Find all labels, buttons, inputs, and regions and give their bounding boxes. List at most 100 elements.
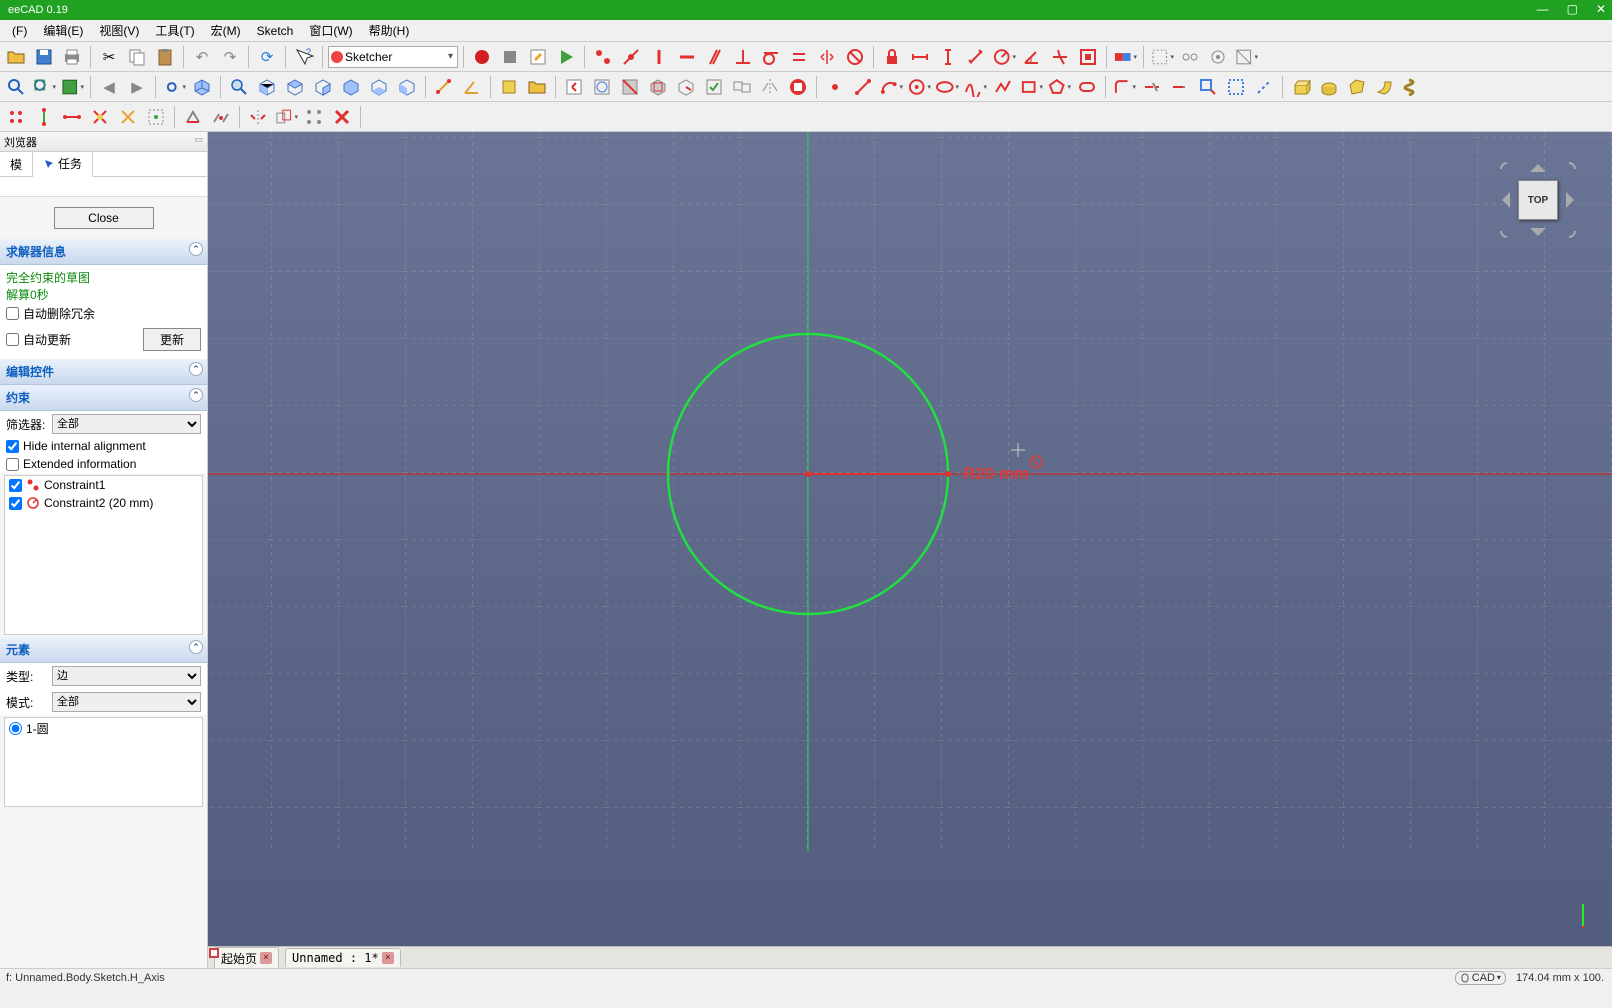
constraint-item[interactable]: Constraint1 (5, 476, 202, 494)
mirror-sketch-icon[interactable] (757, 74, 783, 100)
constrain-horizontal-icon[interactable] (674, 44, 700, 70)
constraint-item[interactable]: Constraint2 (20 mm) (5, 494, 202, 512)
map-sketch-icon[interactable] (645, 74, 671, 100)
show-hide-icon[interactable] (1205, 44, 1231, 70)
fit-all-icon[interactable] (3, 74, 29, 100)
sk-polygon-icon[interactable]: ▾ (1046, 74, 1072, 100)
print-icon[interactable] (59, 44, 85, 70)
constrain-horizdist-icon[interactable] (907, 44, 933, 70)
sketch-canvas[interactable]: R20 mm TOP 起始页 (208, 132, 1612, 968)
collapse-icon[interactable]: ⌃ (189, 362, 203, 376)
validate-sketch-icon[interactable] (701, 74, 727, 100)
paste-icon[interactable] (152, 44, 178, 70)
view-front-icon[interactable] (254, 74, 280, 100)
select-origin-icon[interactable] (3, 104, 29, 130)
draw-style-icon[interactable]: ▾ (59, 74, 85, 100)
constrain-perpendicular-icon[interactable] (730, 44, 756, 70)
maximize-icon[interactable]: ▢ (1567, 2, 1578, 16)
view-section-icon[interactable] (617, 74, 643, 100)
pd-helix-icon[interactable] (1400, 74, 1426, 100)
macro-stop-icon[interactable] (497, 44, 523, 70)
collapse-icon[interactable]: ⌃ (189, 640, 203, 654)
constrain-equal-icon[interactable] (786, 44, 812, 70)
tab-model[interactable]: 模 (0, 152, 33, 176)
radius-endpoint[interactable] (945, 471, 951, 477)
view-right-icon[interactable] (310, 74, 336, 100)
elements-header[interactable]: 元素⌃ (0, 637, 207, 663)
navcube-rotate-icon[interactable] (1559, 221, 1579, 241)
update-button[interactable]: 更新 (143, 328, 201, 351)
whatsthis-icon[interactable]: ? (291, 44, 317, 70)
stop-operation-icon[interactable] (785, 74, 811, 100)
navcube-up-icon[interactable] (1530, 156, 1546, 172)
constrain-distance-icon[interactable] (963, 44, 989, 70)
undo-icon[interactable]: ↶ (189, 44, 215, 70)
sk-bspline-icon[interactable]: ▾ (962, 74, 988, 100)
sk-point-icon[interactable] (822, 74, 848, 100)
macro-edit-icon[interactable] (525, 44, 551, 70)
view-sketch-icon[interactable] (589, 74, 615, 100)
doc-tab-unnamed[interactable]: Unnamed : 1* × (285, 948, 401, 967)
select-haxis-icon[interactable] (59, 104, 85, 130)
part-icon[interactable] (496, 74, 522, 100)
sk-construction-icon[interactable] (1251, 74, 1277, 100)
constrain-block-icon[interactable] (842, 44, 868, 70)
navcube-right-icon[interactable] (1566, 192, 1582, 208)
select-vaxis-icon[interactable] (31, 104, 57, 130)
sk-trim-icon[interactable] (1139, 74, 1165, 100)
leave-sketch-icon[interactable] (561, 74, 587, 100)
sk-arc-icon[interactable]: ▾ (878, 74, 904, 100)
constraints-header[interactable]: 约束⌃ (0, 385, 207, 411)
symmetry-icon[interactable] (245, 104, 271, 130)
tab-close-icon[interactable]: × (260, 952, 272, 964)
element-item[interactable]: 1-圆 (5, 718, 202, 739)
select-conflicting-icon[interactable] (115, 104, 141, 130)
view-rear-icon[interactable] (338, 74, 364, 100)
close-shape-icon[interactable] (180, 104, 206, 130)
constrain-internal-icon[interactable] (1075, 44, 1101, 70)
close-icon[interactable]: ✕ (1596, 2, 1606, 16)
constrain-coincident-icon[interactable] (590, 44, 616, 70)
menu-edit[interactable]: 编辑(E) (35, 20, 91, 41)
tab-task[interactable]: 任务 (33, 152, 93, 177)
group-icon[interactable] (524, 74, 550, 100)
constrain-vertical-icon[interactable] (646, 44, 672, 70)
macro-record-icon[interactable] (469, 44, 495, 70)
nav-mode-selector[interactable]: CAD ▾ (1455, 971, 1506, 985)
navcube-left-icon[interactable] (1494, 192, 1510, 208)
constraint-checkbox[interactable] (9, 497, 22, 510)
navcube-rotate-icon[interactable] (1559, 159, 1579, 179)
constrain-parallel-icon[interactable] (702, 44, 728, 70)
navcube-rotate-icon[interactable] (1497, 221, 1517, 241)
pd-revolve-icon[interactable] (1316, 74, 1342, 100)
mode-select[interactable]: 全部 (52, 692, 201, 712)
sk-polyline-icon[interactable] (990, 74, 1016, 100)
type-select[interactable]: 边 (52, 666, 201, 686)
clone-icon[interactable]: ▾ (273, 104, 299, 130)
constrain-tangent-icon[interactable] (758, 44, 784, 70)
view-left-icon[interactable] (394, 74, 420, 100)
constrain-pointonline-icon[interactable] (618, 44, 644, 70)
constrain-lock-icon[interactable] (879, 44, 905, 70)
constrain-radius-icon[interactable]: ▾ (991, 44, 1017, 70)
constraint-checkbox[interactable] (9, 479, 22, 492)
minimize-icon[interactable]: — (1537, 2, 1549, 16)
auto-delete-checkbox[interactable] (6, 307, 19, 320)
sk-circle-icon[interactable]: ▾ (906, 74, 932, 100)
nav-back-icon[interactable]: ◀ (96, 74, 122, 100)
workbench-selector[interactable]: Sketcher (328, 46, 458, 68)
navcube-rotate-icon[interactable] (1497, 159, 1517, 179)
constrain-angle-icon[interactable] (1019, 44, 1045, 70)
menu-help[interactable]: 帮助(H) (361, 20, 418, 41)
filter-select[interactable]: 全部 (52, 414, 201, 434)
collapse-icon[interactable]: ⌃ (189, 242, 203, 256)
sk-extend-icon[interactable] (1167, 74, 1193, 100)
sk-conic-icon[interactable]: ▾ (934, 74, 960, 100)
toggle-driving-icon[interactable]: ▾ (1112, 44, 1138, 70)
virtual-space-icon[interactable]: ▾ (1233, 44, 1259, 70)
nav-fwd-icon[interactable]: ▶ (124, 74, 150, 100)
redo-icon[interactable]: ↷ (217, 44, 243, 70)
measure-ang-icon[interactable] (459, 74, 485, 100)
menu-file[interactable]: (F) (4, 22, 35, 40)
navcube-face[interactable]: TOP (1518, 180, 1558, 220)
